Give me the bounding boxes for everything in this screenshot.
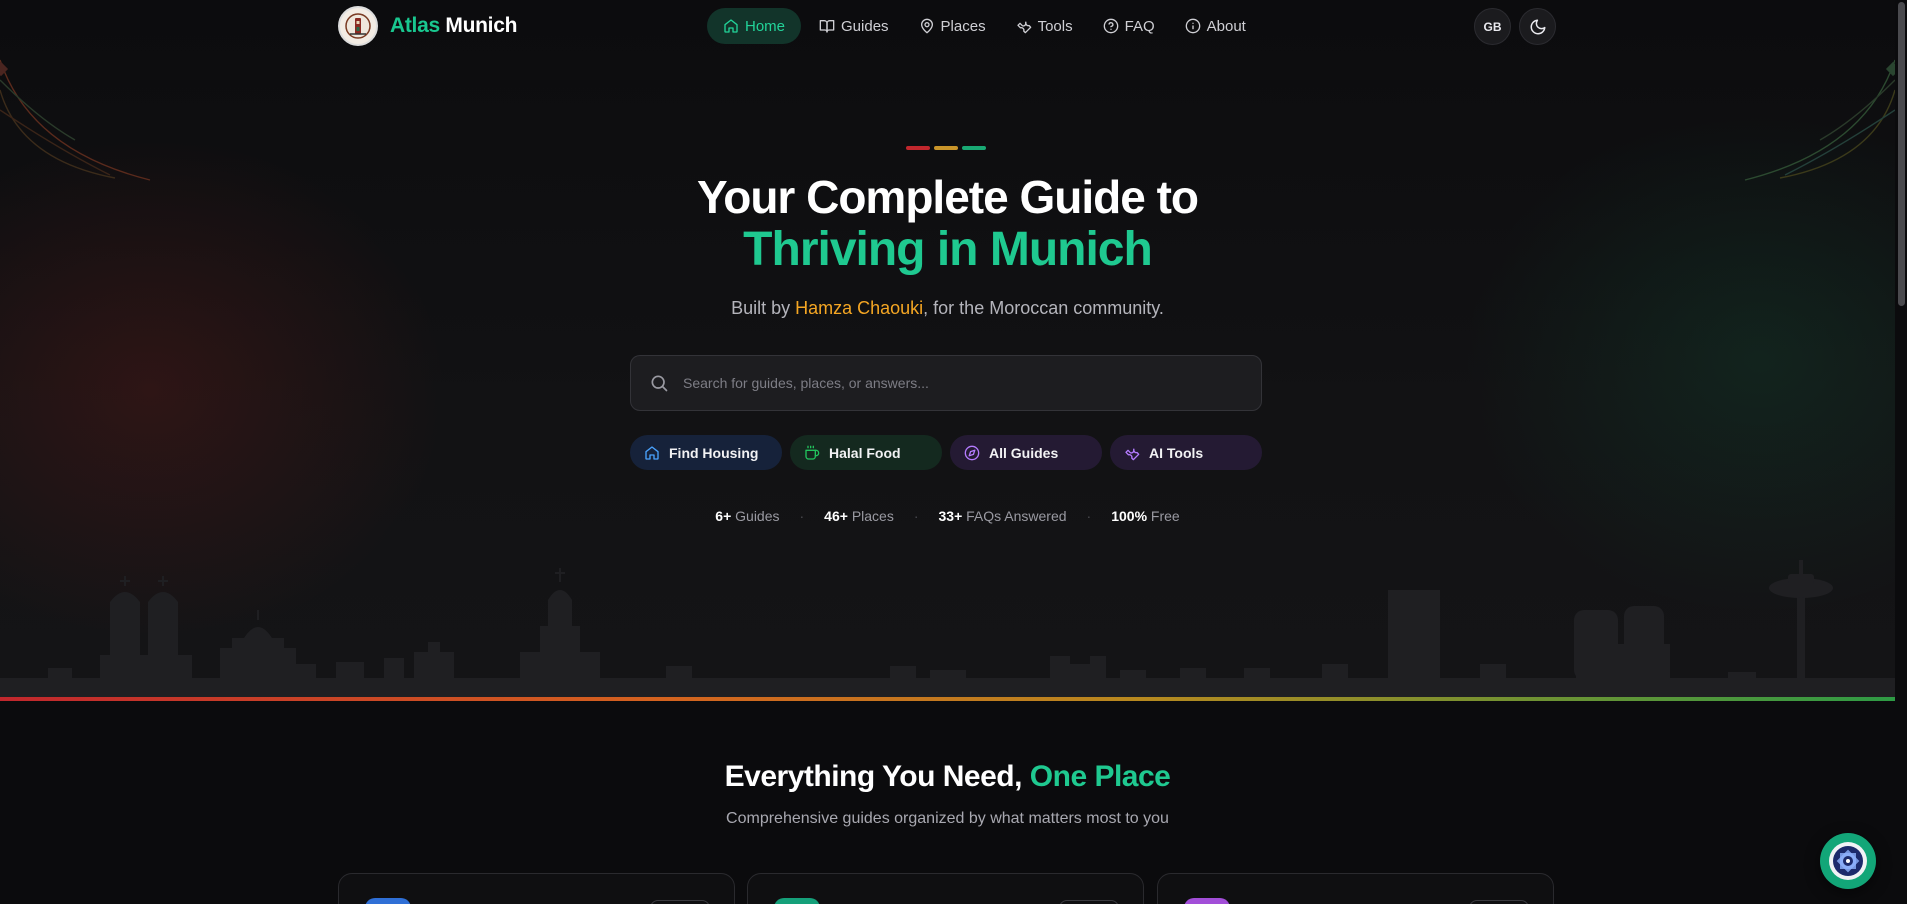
moon-icon [1530, 19, 1545, 34]
stat-separator: · [913, 508, 919, 524]
nav-item-label: Tools [1037, 17, 1073, 35]
nav-item-tools[interactable]: Tools [1004, 8, 1085, 44]
stat-label: Free [1150, 508, 1180, 524]
wrench-icon [1125, 448, 1140, 460]
stat-label: FAQs Answered [966, 508, 1067, 524]
nav-item-places[interactable]: Places [907, 8, 998, 44]
subtitle-prefix: Built by [731, 298, 796, 318]
stat-separator: · [799, 508, 805, 524]
chip-all-guides[interactable]: All Guides [950, 435, 1102, 470]
author-name: Hamza Chaouki [795, 298, 924, 318]
hero-subtitle: Built by Hamza Chaouki, for the Moroccan… [0, 298, 1895, 319]
wrench-icon [1016, 21, 1031, 34]
brand-name: Atlas Munich [390, 14, 517, 38]
compass-icon [964, 445, 980, 460]
stat-value: 33+ [938, 508, 963, 524]
brand-name-part1: Atlas [390, 14, 440, 37]
home-icon [645, 445, 659, 460]
page-scrollbar[interactable] [1895, 0, 1907, 904]
search-bar [630, 355, 1262, 411]
brand-link[interactable]: Atlas Munich [338, 6, 517, 46]
stats-row: 6+ Guides · 46+ Places · 33+ FAQs Answer… [0, 508, 1895, 524]
nav-item-home[interactable]: Home [707, 8, 802, 44]
section-title: Everything You Need, One Place [0, 760, 1895, 794]
subtitle-suffix: , for the Moroccan community. [923, 298, 1164, 318]
section-title-prefix: Everything You Need, [724, 760, 1030, 793]
hero-section: Atlas Munich Home Guides Places Tools FA… [0, 0, 1895, 700]
chip-label: Find Housing [669, 444, 759, 461]
category-card-icon [774, 898, 820, 904]
chip-halal-food[interactable]: Halal Food [790, 435, 942, 470]
stat-places: 46+ Places [824, 508, 894, 524]
category-card-badge [1469, 900, 1529, 904]
coffee-icon [805, 445, 820, 460]
language-button[interactable]: GB [1474, 8, 1511, 45]
nav-item-about[interactable]: About [1173, 8, 1258, 44]
section-subtitle: Comprehensive guides organized by what m… [726, 810, 1169, 827]
stat-label: Guides [735, 508, 780, 524]
stat-value: 100% [1111, 508, 1148, 524]
stat-faqs: 33+ FAQs Answered [939, 508, 1067, 524]
quick-links: Find Housing Halal Food All Guides AI To… [630, 435, 1262, 470]
chip-ai-tools[interactable]: AI Tools [1110, 435, 1262, 470]
flag-gradient-divider [0, 697, 1895, 701]
stat-guides: 6+ Guides [715, 508, 779, 524]
chip-find-housing[interactable]: Find Housing [630, 435, 782, 470]
info-icon [1185, 18, 1200, 34]
nav-item-guides[interactable]: Guides [807, 8, 901, 44]
stat-value: 6+ [715, 508, 732, 524]
hero-title-line2: Thriving in Munich [743, 223, 1153, 276]
book-icon [819, 20, 835, 33]
nav-actions: GB [1474, 8, 1556, 45]
chat-assistant-button[interactable] [1820, 833, 1876, 889]
accent-bars [906, 146, 986, 150]
moroccan-star-icon [1829, 842, 1867, 880]
accent-bar-green [962, 146, 986, 150]
category-card-icon [1184, 898, 1230, 904]
category-card-icon [365, 898, 411, 904]
stat-free: 100% Free [1111, 508, 1180, 524]
nav-item-label: Guides [841, 17, 889, 35]
hero-title-line1: Your Complete Guide to [696, 171, 1199, 223]
map-pin-icon [920, 18, 933, 34]
stat-separator: · [1086, 508, 1092, 524]
category-card[interactable] [1157, 873, 1554, 904]
chip-label: Halal Food [829, 444, 901, 461]
scrollbar-thumb[interactable] [1898, 2, 1905, 306]
main-menu: Home Guides Places Tools FAQ About [707, 8, 1258, 44]
chip-label: All Guides [989, 444, 1059, 461]
nav-item-faq[interactable]: FAQ [1091, 8, 1167, 44]
nav-item-label: Home [745, 17, 786, 35]
theme-toggle-button[interactable] [1519, 8, 1556, 45]
help-circle-icon [1103, 18, 1118, 34]
brand-name-part2: Munich [445, 14, 518, 37]
search-input[interactable] [683, 375, 1223, 391]
stat-label: Places [851, 508, 894, 524]
search-icon [651, 375, 668, 392]
nav-item-label: FAQ [1124, 17, 1155, 35]
category-card-badge [650, 900, 710, 904]
category-card[interactable] [747, 873, 1144, 904]
accent-bar-red [906, 146, 930, 150]
munich-skyline-illustration [0, 560, 1895, 700]
stat-value: 46+ [824, 508, 848, 524]
nav-item-label: Places [940, 17, 986, 35]
section-title-highlight: One Place [1029, 760, 1171, 793]
nav-item-label: About [1206, 17, 1246, 35]
category-card[interactable] [338, 873, 735, 904]
brand-logo-icon [338, 6, 378, 46]
top-navbar: Atlas Munich Home Guides Places Tools FA… [0, 0, 1895, 52]
category-card-badge [1059, 900, 1119, 904]
home-icon [724, 19, 738, 33]
chip-label: AI Tools [1149, 444, 1204, 461]
accent-bar-gold [934, 146, 958, 150]
